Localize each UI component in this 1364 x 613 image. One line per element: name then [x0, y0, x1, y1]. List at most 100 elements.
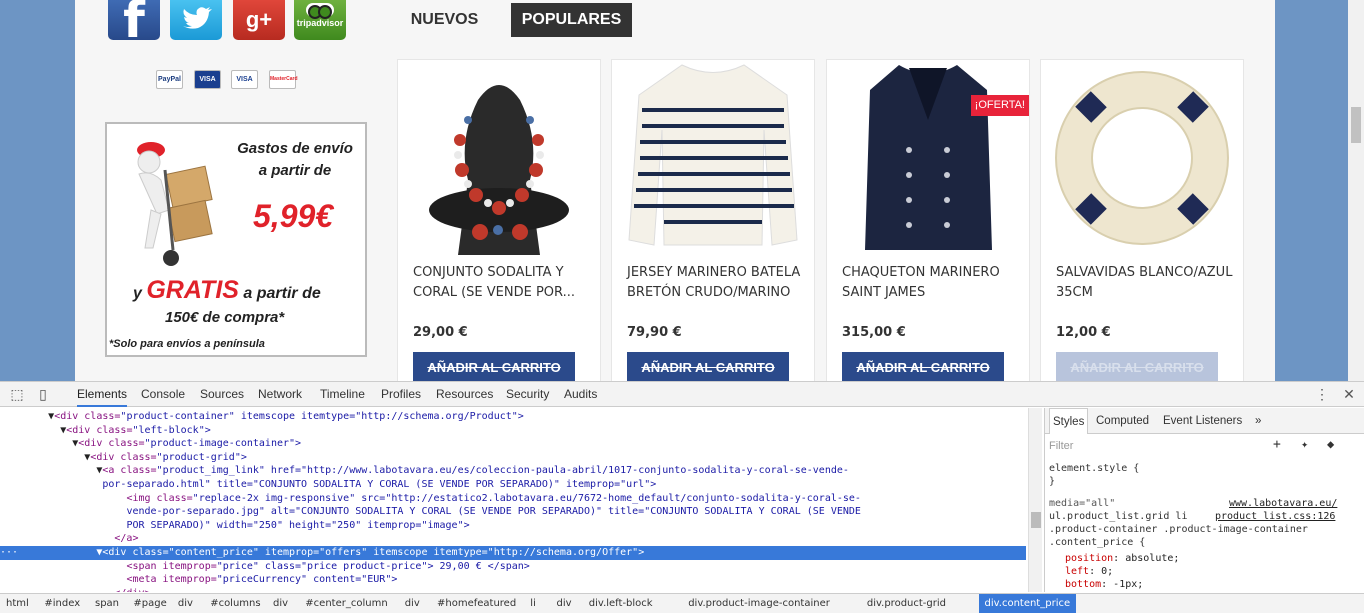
css-property-line[interactable]: position: absolute;	[1065, 552, 1179, 565]
dom-tree[interactable]: ▼<div class="product-container" itemscop…	[0, 408, 1028, 592]
product-name[interactable]: CONJUNTO SODALITA Y CORAL (SE VENDE POR.…	[413, 263, 593, 303]
tab-resources[interactable]: Resources	[436, 382, 493, 407]
dom-node-line[interactable]: ▼<div class="left-block">	[0, 424, 1026, 438]
css-property-value[interactable]: -1px;	[1113, 579, 1143, 590]
breadcrumb-item[interactable]: #columns	[210, 594, 260, 613]
shipping-promo-banner[interactable]: Gastos de envío a partir de 5,99€ y GRATI…	[105, 122, 367, 357]
twitter-icon[interactable]	[170, 0, 222, 40]
dom-node-toggle[interactable]: ▼	[0, 465, 102, 476]
dom-node-line[interactable]: ▼<div class="product-grid">	[0, 451, 1026, 465]
stylesheet-link[interactable]: product list.css:126	[1215, 510, 1335, 523]
product-name[interactable]: CHAQUETON MARINERO SAINT JAMES	[842, 263, 1022, 303]
inspect-element-icon[interactable]: ⬚	[8, 385, 26, 403]
css-property-value[interactable]: absolute;	[1125, 553, 1179, 564]
css-property-name[interactable]: position	[1065, 553, 1113, 564]
tab-nuevos[interactable]: NUEVOS	[397, 3, 492, 37]
dom-node-toggle[interactable]	[0, 479, 102, 490]
dom-node-toggle[interactable]	[0, 561, 126, 572]
dom-node-line[interactable]: <img class="replace-2x img-responsive" s…	[0, 492, 1026, 506]
add-to-cart-button[interactable]: AÑADIR AL CARRITO	[627, 352, 789, 381]
breadcrumb-item[interactable]: div.left-block	[589, 594, 653, 613]
dom-node-line[interactable]: POR SEPARADO)" width="250" height="250" …	[0, 519, 1026, 533]
tab-populares[interactable]: POPULARES	[511, 3, 632, 37]
breadcrumb-item[interactable]: div.product-grid	[867, 594, 946, 613]
close-icon[interactable]: ✕	[1340, 385, 1358, 403]
pin-icon[interactable]: ✦	[1301, 438, 1308, 451]
tab-audits[interactable]: Audits	[564, 382, 597, 407]
breadcrumb-item[interactable]: #page	[133, 594, 166, 613]
add-to-cart-button[interactable]: AÑADIR AL CARRITO	[842, 352, 1004, 381]
css-property-line[interactable]: width: 100%;	[1065, 591, 1137, 592]
tab-sources[interactable]: Sources	[200, 382, 244, 407]
breadcrumb-item[interactable]: div	[557, 594, 572, 613]
tab-timeline[interactable]: Timeline	[320, 382, 365, 407]
dom-node-line[interactable]: ▼<div class="product-container" itemscop…	[0, 410, 1026, 424]
device-mode-icon[interactable]: ▯	[34, 385, 52, 403]
dom-node-toggle[interactable]	[0, 520, 126, 531]
element-state-icon[interactable]: ◆	[1327, 438, 1334, 451]
css-property-value[interactable]: 0;	[1101, 566, 1113, 577]
more-tabs-icon[interactable]: »	[1255, 408, 1261, 434]
css-property-name[interactable]: left	[1065, 566, 1089, 577]
product-name[interactable]: SALVAVIDAS BLANCO/AZUL 35CM	[1056, 263, 1236, 303]
product-card[interactable]: ¡OFERTA! CHAQUETON MARINERO SAINT JAMES …	[826, 59, 1030, 381]
dom-node-line[interactable]: <meta itemprop="priceCurrency" content="…	[0, 573, 1026, 587]
dom-node-line[interactable]: </a>	[0, 532, 1026, 546]
dom-node-line[interactable]: ··· ▼<div class="content_price" itemprop…	[0, 546, 1026, 560]
more-menu-icon[interactable]: ⋮	[1313, 385, 1331, 403]
css-property-name[interactable]: bottom	[1065, 579, 1101, 590]
dom-node-toggle[interactable]	[0, 574, 126, 585]
css-property-line[interactable]: bottom: -1px;	[1065, 578, 1143, 591]
dom-node-line[interactable]: ▼<a class="product_img_link" href="http:…	[0, 464, 1026, 478]
tab-network[interactable]: Network	[258, 382, 302, 407]
stylesheet-link[interactable]: www.labotavara.eu/	[1229, 497, 1337, 510]
css-property-line[interactable]: left: 0;	[1065, 565, 1113, 578]
breadcrumb-item[interactable]: div.content_price	[978, 594, 1077, 613]
element-style-rule[interactable]: element.style {	[1049, 462, 1139, 475]
dom-node-toggle[interactable]	[0, 588, 114, 592]
dom-node-line[interactable]: <span itemprop="price" class="price prod…	[0, 560, 1026, 574]
dom-node-line[interactable]: vende-por-separado.jpg" alt="CONJUNTO SO…	[0, 505, 1026, 519]
dom-node-line[interactable]: ▼<div class="product-image-container">	[0, 437, 1026, 451]
product-card[interactable]: SALVAVIDAS BLANCO/AZUL 35CM 12,00 € AÑAD…	[1040, 59, 1244, 381]
dom-node-toggle[interactable]	[0, 533, 114, 544]
breadcrumb-item[interactable]: div.product-image-container	[688, 594, 830, 613]
dom-node-toggle[interactable]: ··· ▼	[0, 547, 102, 558]
google-plus-icon[interactable]: g+	[233, 0, 285, 40]
product-name[interactable]: JERSEY MARINERO BATELA BRETÓN CRUDO/MARI…	[627, 263, 807, 303]
dom-node-toggle[interactable]	[0, 493, 126, 504]
breadcrumb-item[interactable]: li	[530, 594, 536, 613]
dom-node-toggle[interactable]: ▼	[0, 452, 90, 463]
tab-console[interactable]: Console	[141, 382, 185, 407]
breadcrumb-item[interactable]: #index	[44, 594, 80, 613]
breadcrumb-item[interactable]: div	[405, 594, 420, 613]
add-to-cart-button[interactable]: AÑADIR AL CARRITO	[413, 352, 575, 381]
tab-elements[interactable]: Elements	[77, 382, 128, 407]
breadcrumb-item[interactable]: div	[273, 594, 288, 613]
page-scrollbar[interactable]	[1348, 0, 1364, 381]
dom-scrollbar[interactable]	[1028, 408, 1042, 592]
tab-event-listeners[interactable]: Event Listeners	[1163, 408, 1242, 434]
tab-security[interactable]: Security	[506, 382, 549, 407]
breadcrumb-item[interactable]: span	[95, 594, 119, 613]
tab-profiles[interactable]: Profiles	[381, 382, 421, 407]
product-card[interactable]: CONJUNTO SODALITA Y CORAL (SE VENDE POR.…	[397, 59, 601, 381]
breadcrumb-item[interactable]: #homefeatured	[437, 594, 516, 613]
styles-filter-input[interactable]: Filter	[1049, 440, 1073, 452]
breadcrumb-item[interactable]: #center_column	[305, 594, 387, 613]
dom-scrollbar-thumb[interactable]	[1031, 512, 1041, 528]
product-card[interactable]: JERSEY MARINERO BATELA BRETÓN CRUDO/MARI…	[611, 59, 815, 381]
breadcrumb-item[interactable]: html	[6, 594, 29, 613]
facebook-icon[interactable]: f	[108, 0, 160, 45]
breadcrumb-item[interactable]: div	[178, 594, 193, 613]
dom-node-toggle[interactable]: ▼	[0, 438, 78, 449]
new-style-rule-icon[interactable]: +	[1273, 438, 1281, 451]
dom-node-toggle[interactable]	[0, 506, 126, 517]
page-scrollbar-thumb[interactable]	[1351, 107, 1361, 143]
tripadvisor-icon[interactable]: tripadvisor	[294, 0, 346, 40]
dom-node-line[interactable]: por-separado.html" title="CONJUNTO SODAL…	[0, 478, 1026, 492]
tab-styles[interactable]: Styles	[1049, 408, 1089, 434]
tab-computed[interactable]: Computed	[1096, 408, 1149, 434]
dom-node-toggle[interactable]: ▼	[0, 425, 66, 436]
dom-node-line[interactable]: </div>	[0, 587, 1026, 592]
